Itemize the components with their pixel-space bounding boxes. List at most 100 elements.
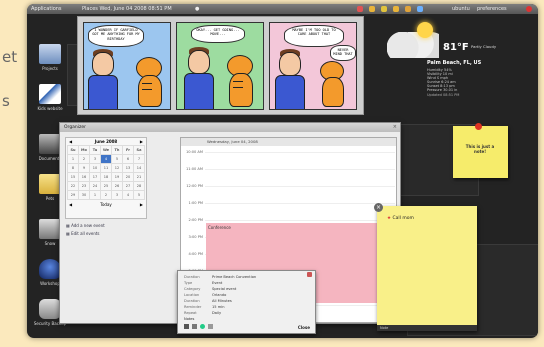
edit-icon[interactable] [192, 324, 197, 329]
folder-icon [39, 219, 61, 239]
calendar-day[interactable]: 14 [133, 163, 145, 173]
calendar-day[interactable]: 18 [100, 172, 112, 182]
mail-icon[interactable] [208, 324, 213, 329]
top-panel: Applications Places Wed, June 04 2008 08… [27, 4, 538, 14]
popup-key: Duration [184, 299, 200, 303]
print-icon[interactable] [184, 324, 189, 329]
event-title: Conference [208, 225, 231, 230]
popup-value: All Minutes [212, 299, 232, 303]
calendar-icon: ▦ [66, 231, 70, 236]
sticky-close-icon[interactable]: × [374, 203, 383, 212]
calendar-day[interactable]: 1 [89, 190, 101, 200]
window-title: Organizer [60, 123, 400, 132]
calendar-day[interactable]: 8 [67, 163, 79, 173]
calendar-day[interactable]: 4 [122, 190, 134, 200]
popup-close-icon[interactable] [307, 272, 312, 277]
background-text-2: s [2, 92, 10, 110]
calendar-day[interactable]: 24 [89, 181, 101, 191]
calendar-day[interactable]: 9 [78, 163, 90, 173]
popup-row: Category Special event [184, 287, 236, 291]
tray-update-icon[interactable] [405, 6, 411, 12]
calendar-day[interactable]: 1 [67, 154, 79, 164]
hour-label: 1:00 PM [188, 201, 203, 205]
sun-icon [417, 22, 433, 38]
weather-condition: Partly Cloudy [471, 44, 497, 49]
calendar-day[interactable]: 20 [122, 172, 134, 182]
calendar-day[interactable]: 17 [89, 172, 101, 182]
calendar-day[interactable]: 7 [133, 154, 145, 164]
calendar-day[interactable]: 3 [89, 154, 101, 164]
sticky-note-small[interactable]: This is just a note! [453, 123, 508, 178]
star-icon: ★ [387, 216, 392, 221]
user-name[interactable]: ubuntu [452, 6, 470, 12]
calendar-day[interactable]: 10 [89, 163, 101, 173]
hour-label: 2:00 PM [188, 218, 203, 222]
hour-gridline [205, 220, 395, 221]
mini-calendar[interactable]: ◀ June 2008 ▶ Su Mo Tu We Th Fr Sa 1 2 3 4 5 6 7 8 9 10 1… [65, 137, 147, 219]
weekday-header: Fr [122, 145, 134, 155]
preferences-menu[interactable]: preferences [477, 6, 507, 12]
comic-strip-widget[interactable]: I WONDER IF GARFIELD GOT ME ANYTHING FOR… [77, 16, 364, 115]
calendar-day[interactable]: 15 [67, 172, 79, 182]
next-month-icon[interactable]: ▶ [140, 139, 143, 144]
tray-sound-icon[interactable] [381, 6, 387, 12]
close-icon[interactable]: × [393, 124, 397, 130]
calendar-day[interactable]: 25 [100, 181, 112, 191]
hour-label: 11:00 AM [185, 167, 203, 171]
calendar-day[interactable]: 6 [122, 154, 134, 164]
power-icon[interactable] [526, 6, 532, 12]
speech-bubble: OKAY... GET GOING... MOVE... [191, 25, 245, 43]
desktop-screen: Applications Places Wed, June 04 2008 08… [27, 4, 538, 338]
tray-warning-icon[interactable] [369, 6, 375, 12]
weekday-header: We [100, 145, 112, 155]
desktop-icon-kids-website[interactable]: Kids website [31, 84, 69, 111]
calendar-day[interactable]: 2 [78, 154, 90, 164]
calendar-day[interactable]: 26 [111, 181, 123, 191]
calendar-day[interactable]: 30 [78, 190, 90, 200]
prev-icon[interactable]: ◀ [69, 202, 72, 207]
calendar-day[interactable]: 21 [133, 172, 145, 182]
next-icon[interactable]: ▶ [140, 202, 143, 207]
weather-widget[interactable]: 81°F Partly Cloudy Palm Beach, FL, US Hu… [387, 18, 525, 130]
globe-icon[interactable] [200, 324, 205, 329]
calendar-day[interactable]: 3 [111, 190, 123, 200]
calendar-day[interactable]: 5 [133, 190, 145, 200]
calendar-day[interactable]: 11 [100, 163, 112, 173]
sticky-note-large[interactable]: × ★ Call mom Note [374, 203, 477, 331]
speech-bubble: MAYBE I'M TOO OLD TO CARE ABOUT THAT [284, 25, 344, 47]
weather-key: Pressure [427, 88, 442, 92]
calendar-day[interactable]: 19 [111, 172, 123, 182]
close-button[interactable]: Close [298, 325, 310, 330]
calendar-day[interactable]: 2 [100, 190, 112, 200]
popup-value: Event [212, 281, 223, 285]
tray-mail-icon[interactable] [417, 6, 423, 12]
add-event-link[interactable]: ▦ Add a new event [66, 223, 105, 228]
calendar-day[interactable]: 27 [122, 181, 134, 191]
calendar-day[interactable]: 5 [111, 154, 123, 164]
tray-network-icon[interactable] [393, 6, 399, 12]
desktop-icon-projects[interactable]: Projects [31, 44, 69, 71]
popup-value: Orlando [212, 293, 227, 297]
calendar-day[interactable]: 22 [67, 181, 79, 191]
popup-row: Reminder 15 min [184, 305, 225, 309]
tray-star-icon[interactable] [357, 6, 363, 12]
calendar-day[interactable]: 12 [111, 163, 123, 173]
calendar-day[interactable]: 16 [78, 172, 90, 182]
panel-dot-icon[interactable]: ● [195, 6, 199, 12]
hour-gridline [205, 203, 395, 204]
comic-panel-2: OKAY... GET GOING... MOVE... [176, 22, 264, 110]
today-button[interactable]: Today [100, 202, 112, 207]
link-label: Add a new event [71, 223, 105, 228]
calendar-day[interactable]: 13 [122, 163, 134, 173]
calendar-day[interactable]: 28 [133, 181, 145, 191]
sticky-title: ★ Call mom [387, 216, 414, 221]
calendar-day[interactable]: 29 [67, 190, 79, 200]
bottle-icon [39, 259, 61, 279]
applications-menu[interactable]: Applications [31, 6, 62, 12]
prev-month-icon[interactable]: ◀ [69, 139, 72, 144]
places-menu[interactable]: Places Wed, June 04 2008 08:51 PM [82, 6, 172, 12]
calendar-day[interactable]: 4 [100, 154, 112, 164]
edit-events-link[interactable]: ▦ Edit all events [66, 231, 100, 236]
calendar-day[interactable]: 23 [78, 181, 90, 191]
event-details-popup[interactable]: Duration Prime Beach Convention Type Event C… [177, 270, 316, 334]
